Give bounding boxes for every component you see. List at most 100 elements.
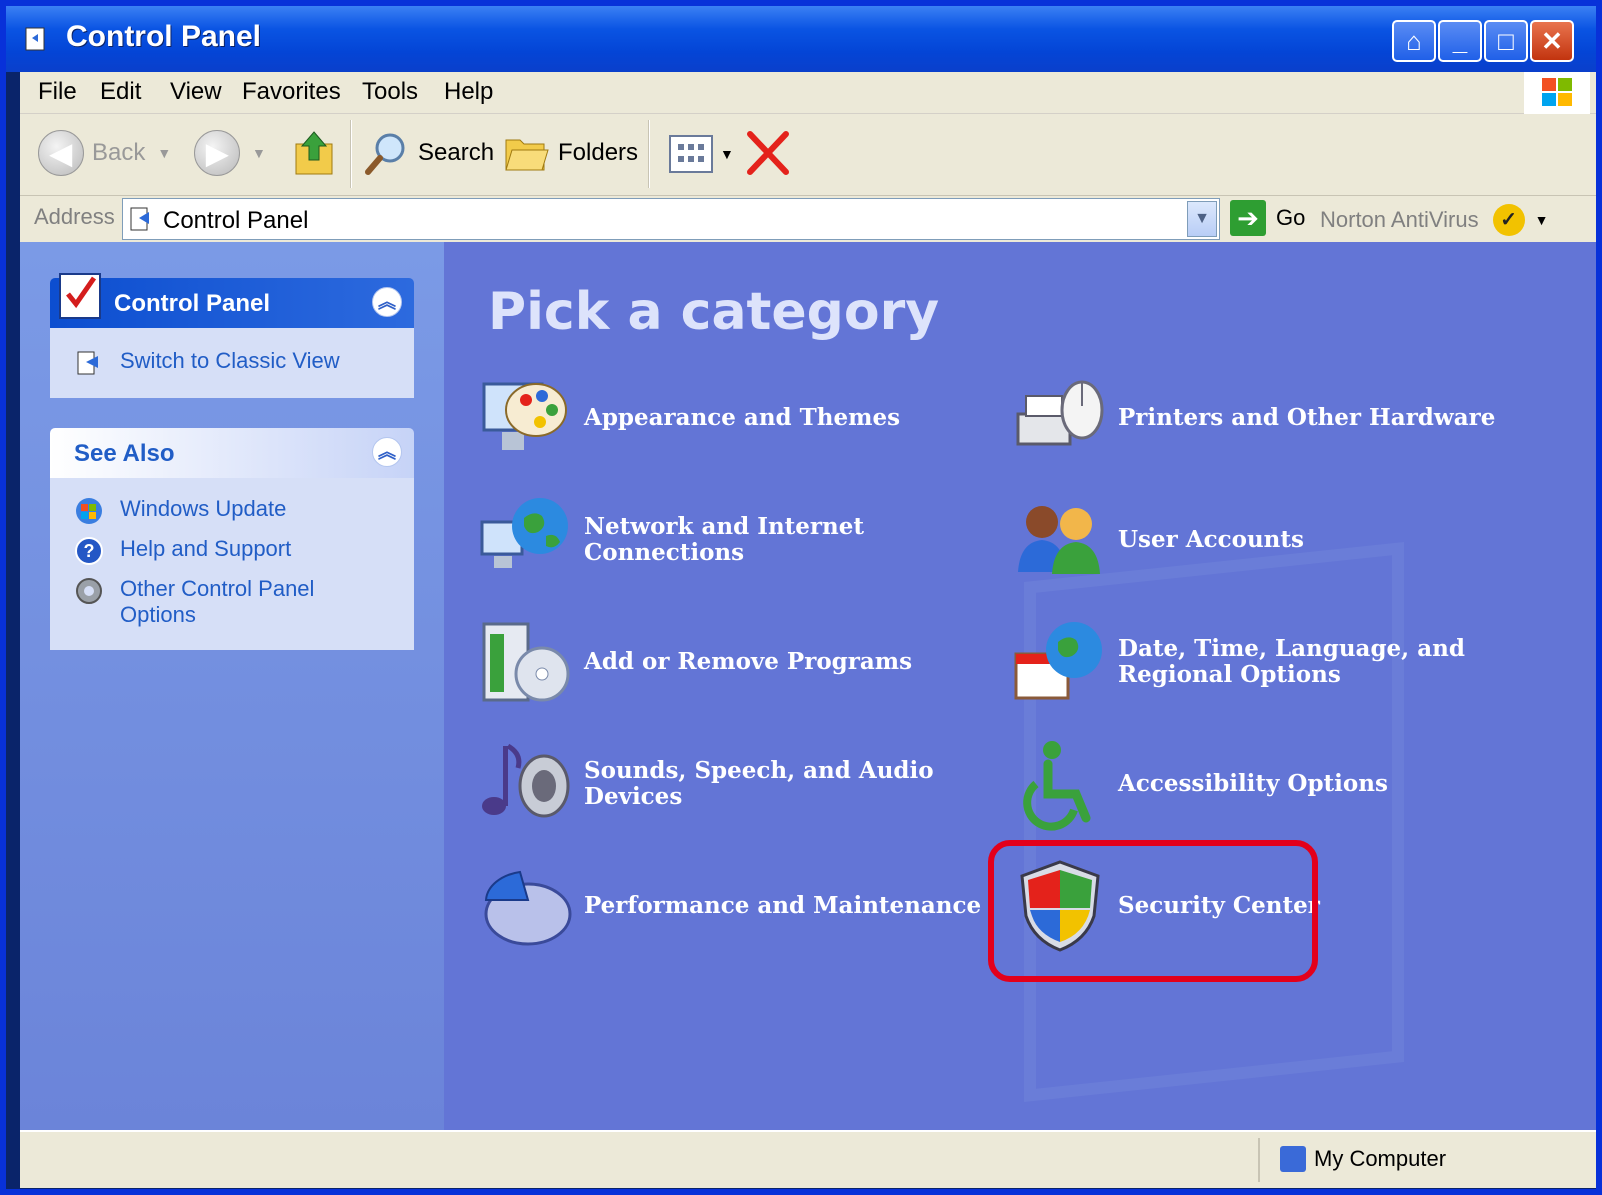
address-input[interactable]: Control Panel ▼ [122,198,1220,240]
category-label: Sounds, Speech, and Audio Devices [584,757,934,810]
category-label: Network and Internet Connections [584,513,865,566]
help-and-support-label: Help and Support [120,536,292,561]
category-performance-and-maintenance[interactable]: Performance and Maintenance [478,858,981,954]
address-bar: Address Control Panel ▼ ➔ Go Norton Anti… [20,196,1596,242]
norton-icon: ✓ [1492,204,1525,236]
control-panel-check-icon [59,273,101,319]
menu-file[interactable]: File [38,78,77,106]
address-label: Address [34,204,115,229]
views-button[interactable]: ▼ [668,134,734,174]
menu-tools[interactable]: Tools [362,78,418,106]
control-panel-icon [25,27,45,51]
forward-button[interactable]: ▶ ▼ [194,130,266,176]
norton-dropdown-icon[interactable]: ▼ [1535,212,1549,228]
menu-bar: File Edit View Favorites Tools Help [20,72,1596,114]
category-appearance-and-themes[interactable]: Appearance and Themes [478,370,900,466]
category-view: Pick a category Appearance and Themes Ne… [444,242,1596,1130]
status-zone-label: My Computer [1314,1146,1447,1171]
back-label: Back [92,139,146,166]
menu-help[interactable]: Help [444,78,493,106]
collapse-chevron-icon[interactable]: ︽ [372,437,402,467]
classic-view-icon [77,351,98,375]
back-dropdown-icon[interactable]: ▼ [157,145,171,161]
status-zone: My Computer [1280,1146,1446,1172]
views-icon [669,135,713,173]
toolbar-separator [648,120,650,188]
go-button[interactable]: ➔ Go [1230,200,1305,236]
task-pane: Control Panel ︽ Switch to Classic View S… [20,242,444,1130]
forward-arrow-icon: ▶ [194,130,240,176]
forward-dropdown-icon[interactable]: ▼ [252,145,266,161]
status-bar: My Computer [20,1130,1596,1188]
title-bar[interactable]: Control Panel ⌂ _ □ ✕ [6,6,1596,72]
my-computer-icon [1280,1146,1306,1172]
up-folder-button[interactable] [292,128,338,178]
sounds-speaker-icon [482,743,570,818]
menu-edit[interactable]: Edit [100,78,141,106]
back-button[interactable]: ◀ Back ▼ [38,130,171,176]
category-label: User Accounts [1118,526,1304,553]
control-panel-panel-header[interactable]: Control Panel ︽ [50,273,414,328]
help-button[interactable]: ⌂ [1392,20,1436,62]
windows-update-label: Windows Update [120,496,287,521]
maximize-icon: □ [1498,26,1514,56]
category-label: Accessibility Options [1118,770,1388,797]
other-control-panel-options-label: Other Control Panel Options [120,576,315,627]
printer-mouse-icon [1016,380,1104,446]
user-accounts-icon [1018,506,1100,574]
category-label: Performance and Maintenance [584,892,982,919]
delete-button[interactable] [744,128,792,178]
category-accessibility-options[interactable]: Accessibility Options [1012,736,1388,832]
windows-logo-icon [1524,72,1590,114]
switch-classic-view-link[interactable]: Switch to Classic View [74,348,340,378]
address-value: Control Panel [163,207,309,234]
windows-update-link[interactable]: Windows Update [74,496,286,526]
windows-update-icon [76,498,102,524]
see-also-panel-body: Windows Update ? Help and Support Other … [50,478,414,650]
minimize-icon: _ [1452,26,1468,56]
other-control-panel-options-link[interactable]: Other Control Panel Options [74,576,384,628]
help-icon: ⌂ [1406,26,1422,56]
see-also-panel-header[interactable]: See Also ︽ [50,428,414,478]
category-label: Date, Time, Language, and Regional Optio… [1118,635,1465,688]
category-date-time-language-regional[interactable]: Date, Time, Language, and Regional Optio… [1012,614,1538,710]
maximize-button[interactable]: □ [1484,20,1528,62]
category-sounds-speech-audio[interactable]: Sounds, Speech, and Audio Devices [478,736,1004,832]
menu-view[interactable]: View [170,78,222,106]
up-folder-icon [295,131,333,175]
norton-label: Norton AntiVirus [1320,207,1479,232]
category-label: Printers and Other Hardware [1118,404,1496,431]
category-add-or-remove-programs[interactable]: Add or Remove Programs [478,614,912,710]
delete-x-icon [747,131,789,175]
search-button[interactable]: Search [364,130,494,176]
gear-icon [76,578,102,604]
views-dropdown-icon[interactable]: ▼ [720,146,734,162]
control-panel-window: Control Panel ⌂ _ □ ✕ File Edit View Fav… [0,0,1602,1195]
search-label: Search [418,139,495,166]
minimize-button[interactable]: _ [1438,20,1482,62]
category-printers-and-hardware[interactable]: Printers and Other Hardware [1012,370,1495,466]
folders-icon [505,139,549,171]
performance-pie-chart-icon [484,870,572,946]
help-and-support-link[interactable]: ? Help and Support [74,536,291,566]
help-question-icon: ? [75,537,103,565]
date-time-globe-icon [1014,622,1102,700]
category-user-accounts[interactable]: User Accounts [1012,492,1304,588]
accessibility-wheelchair-icon [1023,741,1091,831]
folders-button[interactable]: Folders [504,130,638,176]
close-button[interactable]: ✕ [1530,20,1574,62]
collapse-chevron-icon[interactable]: ︽ [372,287,402,317]
norton-antivirus-toolbar[interactable]: Norton AntiVirus ✓ ▼ [1320,204,1548,236]
svg-text:?: ? [84,541,95,561]
folders-label: Folders [558,139,639,166]
toolbar: ◀ Back ▼ ▶ ▼ Search Folders ▼ [20,114,1596,196]
menu-favorites[interactable]: Favorites [242,78,341,106]
back-arrow-icon: ◀ [38,130,84,176]
category-label: Appearance and Themes [584,404,901,431]
category-label: Add or Remove Programs [584,648,913,675]
category-network-and-internet[interactable]: Network and Internet Connections [478,492,1004,588]
address-dropdown-icon[interactable]: ▼ [1187,201,1217,237]
toolbar-separator [350,120,352,188]
go-label: Go [1276,205,1306,230]
see-also-title: See Also [74,440,175,467]
